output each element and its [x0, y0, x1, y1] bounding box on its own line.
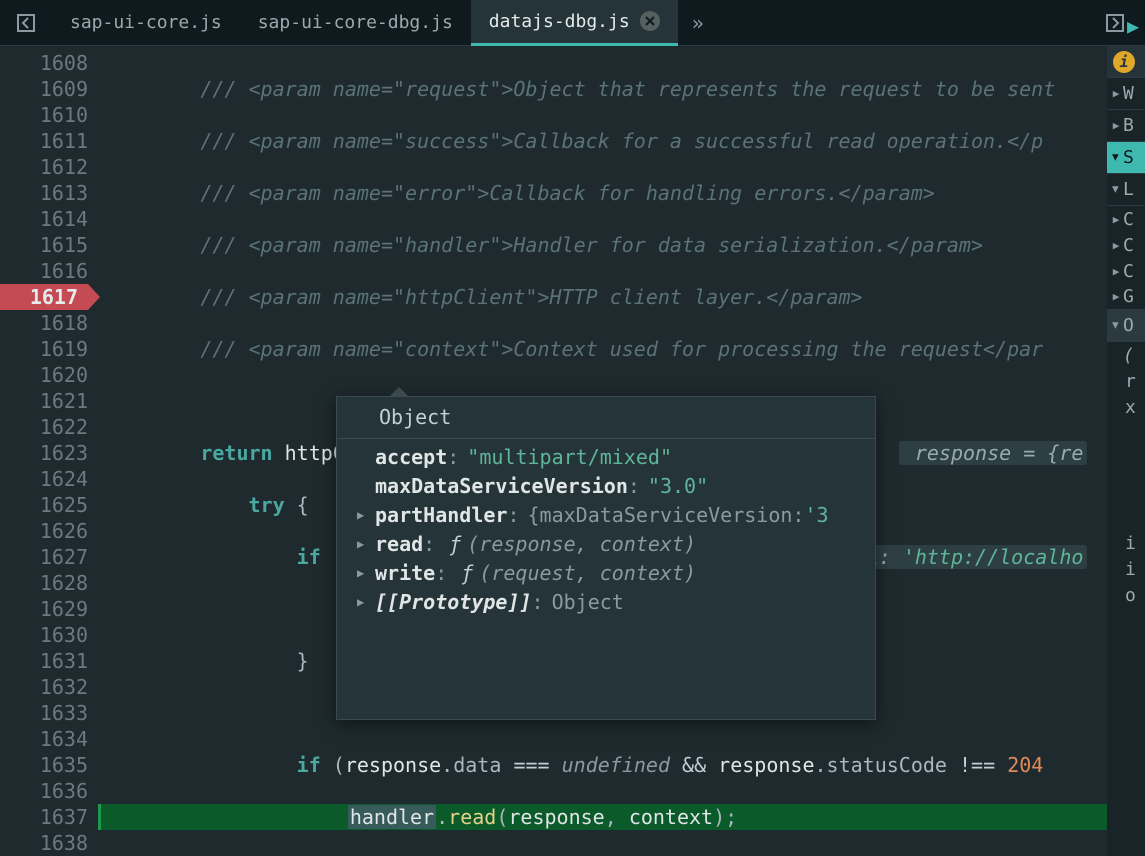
- prev-tab-icon: [16, 13, 36, 33]
- tabs-overflow-button[interactable]: »: [678, 11, 718, 35]
- line-number[interactable]: 1619: [0, 336, 88, 362]
- line-number[interactable]: 1611: [0, 128, 88, 154]
- line-number[interactable]: 1616: [0, 258, 88, 284]
- comment: /// <param name="context">Context used f…: [104, 337, 1043, 361]
- close-tab-button[interactable]: [640, 11, 660, 31]
- prop-partHandler[interactable]: ▶partHandler:{maxDataServiceVersion: '3: [349, 501, 863, 530]
- next-tab-icon: [1105, 13, 1125, 33]
- line-number[interactable]: 1631: [0, 648, 88, 674]
- line-number[interactable]: 1634: [0, 726, 88, 752]
- comment: /// <param name="success">Callback for a…: [104, 129, 1043, 153]
- close-icon: [645, 16, 655, 26]
- comment: /// <param name="error">Callback for han…: [104, 181, 935, 205]
- prop-write[interactable]: ▶write:ƒ(request, context): [349, 559, 863, 588]
- tab-sap-ui-core-dbg[interactable]: sap-ui-core-dbg.js: [240, 0, 471, 46]
- line-number[interactable]: 1613: [0, 180, 88, 206]
- comment: /// <param name="httpClient">HTTP client…: [104, 285, 863, 309]
- line-number[interactable]: 1625: [0, 492, 88, 518]
- sp-sub: i: [1107, 556, 1145, 582]
- prop-read[interactable]: ▶read:ƒ(response, context): [349, 530, 863, 559]
- tabs-prev-button[interactable]: [8, 5, 44, 41]
- line-number[interactable]: 1629: [0, 596, 88, 622]
- sp-row-s[interactable]: ▶S: [1107, 142, 1145, 174]
- sp-sub: (: [1107, 342, 1145, 368]
- prop-maxDataServiceVersion[interactable]: maxDataServiceVersion:"3.0": [349, 472, 863, 501]
- tab-label: sap-ui-core.js: [70, 12, 222, 33]
- line-number[interactable]: 1608: [0, 50, 88, 76]
- line-number[interactable]: 1638: [0, 830, 88, 856]
- code-line: if (response.data === undefined && respo…: [98, 752, 1145, 778]
- tab-sap-ui-core[interactable]: sap-ui-core.js: [52, 0, 240, 46]
- sp-sub: x: [1107, 394, 1145, 420]
- line-number[interactable]: 1635: [0, 752, 88, 778]
- sp-row-c3[interactable]: ▶C: [1107, 258, 1145, 284]
- sp-row-c1[interactable]: ▶C: [1107, 206, 1145, 232]
- sp-row-o[interactable]: ▶O: [1107, 310, 1145, 342]
- prop-prototype[interactable]: ▶[[Prototype]]:Object: [349, 588, 863, 617]
- tab-datajs-dbg[interactable]: datajs-dbg.js: [471, 0, 678, 46]
- info-icon: i: [1113, 51, 1135, 73]
- line-number[interactable]: 1633: [0, 700, 88, 726]
- tooltip-title: Object: [337, 397, 875, 439]
- line-number[interactable]: 1624: [0, 466, 88, 492]
- tabs-bar: sap-ui-core.js sap-ui-core-dbg.js datajs…: [0, 0, 1145, 46]
- line-gutter: 1608160916101611161216131614161516161617…: [0, 46, 98, 856]
- exec-line: handler.read(response, context);: [98, 804, 1145, 830]
- line-number[interactable]: 1636: [0, 778, 88, 804]
- line-number[interactable]: 1612: [0, 154, 88, 180]
- sp-row-b[interactable]: ▶B: [1107, 110, 1145, 142]
- expand-icon[interactable]: ▶: [357, 559, 375, 588]
- sp-sub: o: [1107, 582, 1145, 608]
- tooltip-arrow: [389, 387, 409, 397]
- line-number[interactable]: 1610: [0, 102, 88, 128]
- line-number[interactable]: 1622: [0, 414, 88, 440]
- line-number[interactable]: 1620: [0, 362, 88, 388]
- sp-row-c2[interactable]: ▶C: [1107, 232, 1145, 258]
- comment: /// <param name="handler">Handler for da…: [104, 233, 983, 257]
- tab-label: sap-ui-core-dbg.js: [258, 12, 453, 33]
- sp-sub: i: [1107, 530, 1145, 556]
- prop-accept[interactable]: accept:"multipart/mixed": [349, 443, 863, 472]
- line-number[interactable]: 1626: [0, 518, 88, 544]
- line-number[interactable]: 1632: [0, 674, 88, 700]
- line-number[interactable]: 1623: [0, 440, 88, 466]
- sp-row-l[interactable]: ▶L: [1107, 174, 1145, 206]
- sp-row-g[interactable]: ▶G: [1107, 284, 1145, 310]
- inline-value: response = {re: [899, 441, 1088, 465]
- sp-row-w[interactable]: ▶W: [1107, 78, 1145, 110]
- line-number[interactable]: 1609: [0, 76, 88, 102]
- expand-icon[interactable]: ▶: [357, 588, 375, 617]
- comment: /// <param name="request">Object that re…: [104, 77, 1055, 101]
- line-number[interactable]: 1615: [0, 232, 88, 258]
- line-number[interactable]: 1637: [0, 804, 88, 830]
- tab-label: datajs-dbg.js: [489, 11, 630, 32]
- info-row[interactable]: i: [1107, 46, 1145, 78]
- line-number[interactable]: 1627: [0, 544, 88, 570]
- tooltip-body: accept:"multipart/mixed" maxDataServiceV…: [337, 439, 875, 719]
- line-number[interactable]: 1618: [0, 310, 88, 336]
- line-number[interactable]: 1628: [0, 570, 88, 596]
- sp-sub: r: [1107, 368, 1145, 394]
- run-icon[interactable]: ▶: [1127, 14, 1139, 38]
- line-number[interactable]: 1630: [0, 622, 88, 648]
- line-number[interactable]: 1621: [0, 388, 88, 414]
- line-number[interactable]: 1614: [0, 206, 88, 232]
- value-tooltip: Object accept:"multipart/mixed" maxDataS…: [336, 396, 876, 720]
- expand-icon[interactable]: ▶: [357, 501, 375, 530]
- debug-sidepanel[interactable]: i ▶W ▶B ▶S ▶L ▶C ▶C ▶C ▶G ▶O ( r x i i o: [1107, 46, 1145, 856]
- expand-icon[interactable]: ▶: [357, 530, 375, 559]
- breakpoint-line-number[interactable]: 1617: [0, 284, 88, 310]
